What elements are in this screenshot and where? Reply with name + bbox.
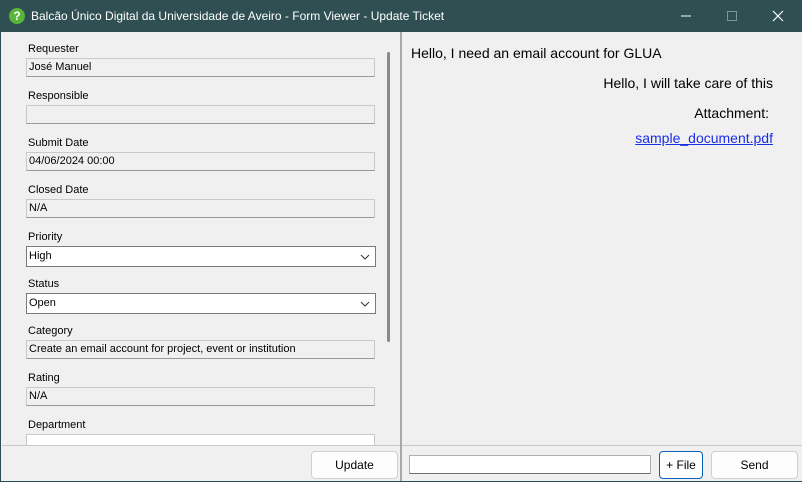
update-button[interactable]: Update [311, 451, 398, 479]
add-file-button[interactable]: + File [659, 451, 703, 479]
ticket-window: ? Balcão Único Digital da Universidade d… [0, 0, 802, 482]
department-field[interactable] [26, 434, 375, 445]
department-label: Department [28, 419, 86, 431]
scrollbar-thumb[interactable] [387, 52, 390, 342]
minimize-icon [681, 15, 691, 17]
status-select[interactable]: Open [26, 293, 376, 314]
window-title: Balcão Único Digital da Universidade de … [31, 9, 445, 23]
rating-label: Rating [28, 372, 60, 384]
category-label: Category [28, 325, 73, 337]
closed-date-label: Closed Date [28, 184, 89, 196]
chevron-down-icon [360, 301, 370, 307]
attachment-link[interactable]: sample_document.pdf [635, 130, 773, 146]
ticket-details-panel: Requester José Manuel Responsible Submit… [2, 32, 400, 445]
status-label: Status [28, 278, 60, 290]
attachment-label: Attachment: [694, 105, 769, 121]
left-footer: Update [2, 445, 400, 481]
requester-field: José Manuel [26, 58, 375, 77]
status-value: Open [29, 297, 56, 309]
priority-label: Priority [28, 231, 63, 243]
right-footer: + File Send [402, 445, 802, 481]
requester-label: Requester [28, 43, 79, 55]
submit-date-field: 04/06/2024 00:00 [26, 152, 375, 171]
rating-field: N/A [26, 387, 375, 406]
title-bar[interactable]: ? Balcão Único Digital da Universidade d… [1, 1, 801, 32]
submit-date-label: Submit Date [28, 137, 89, 149]
closed-date-field: N/A [26, 199, 375, 218]
app-help-icon: ? [9, 8, 25, 24]
maximize-button[interactable] [709, 1, 755, 32]
close-icon [772, 10, 784, 22]
send-button[interactable]: Send [711, 451, 798, 479]
chat-panel: Hello, I need an email account for GLUA … [402, 32, 802, 445]
close-button[interactable] [755, 1, 801, 32]
responsible-field [26, 105, 375, 124]
priority-value: High [29, 250, 52, 262]
minimize-button[interactable] [663, 1, 709, 32]
category-field: Create an email account for project, eve… [26, 340, 375, 359]
responsible-label: Responsible [28, 90, 89, 102]
maximize-icon [727, 11, 737, 21]
priority-select[interactable]: High [26, 246, 376, 267]
chat-message-left: Hello, I need an email account for GLUA [411, 45, 662, 61]
chevron-down-icon [360, 254, 370, 260]
chat-message-right: Hello, I will take care of this [603, 75, 773, 91]
message-input[interactable] [409, 455, 651, 474]
